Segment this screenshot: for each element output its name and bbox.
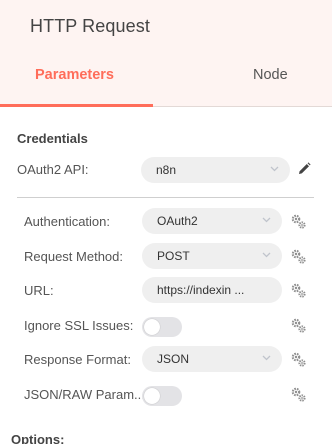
url-input[interactable]: https://indexin ...: [142, 277, 282, 303]
credentials-heading: Credentials: [17, 131, 88, 146]
request-method-value: POST: [157, 249, 190, 263]
request-method-label: Request Method:: [24, 249, 124, 264]
url-label: URL:: [24, 283, 54, 298]
request-method-select[interactable]: POST: [142, 243, 282, 269]
authentication-label: Authentication:: [24, 214, 111, 229]
json-raw-parameters-toggle[interactable]: [142, 386, 182, 406]
chevron-down-icon: [262, 355, 271, 363]
json-raw-parameters-label: JSON/RAW Param...: [24, 387, 145, 402]
options-heading: Options:: [11, 432, 65, 444]
oauth2-api-select[interactable]: n8n: [141, 157, 290, 183]
chevron-down-icon: [262, 217, 271, 225]
oauth2-api-value: n8n: [156, 163, 177, 177]
gear-icon[interactable]: [290, 248, 307, 265]
panel-header: HTTP Request Parameters Node: [0, 0, 332, 107]
response-format-label: Response Format:: [24, 352, 131, 367]
chevron-down-icon: [270, 166, 279, 174]
oauth2-api-label: OAuth2 API:: [17, 162, 89, 177]
active-tab-indicator: [0, 104, 153, 107]
gear-icon[interactable]: [290, 282, 307, 299]
authentication-value: OAuth2: [157, 214, 198, 228]
tab-parameters[interactable]: Parameters: [35, 67, 114, 83]
toggle-knob: [144, 388, 160, 404]
ignore-ssl-label: Ignore SSL Issues:: [24, 318, 134, 333]
ignore-ssl-toggle[interactable]: [142, 317, 182, 337]
gear-icon[interactable]: [290, 213, 307, 230]
panel-title: HTTP Request: [30, 16, 150, 36]
pencil-icon[interactable]: [296, 161, 312, 177]
gear-icon[interactable]: [290, 386, 307, 403]
response-format-value: JSON: [157, 352, 190, 366]
gear-icon[interactable]: [290, 351, 307, 368]
section-divider: [17, 197, 314, 198]
response-format-select[interactable]: JSON: [142, 346, 282, 372]
authentication-select[interactable]: OAuth2: [142, 208, 282, 234]
toggle-knob: [144, 319, 160, 335]
gear-icon[interactable]: [290, 317, 307, 334]
tab-node[interactable]: Node: [253, 67, 288, 83]
url-value: https://indexin ...: [157, 283, 245, 297]
chevron-down-icon: [262, 252, 271, 260]
